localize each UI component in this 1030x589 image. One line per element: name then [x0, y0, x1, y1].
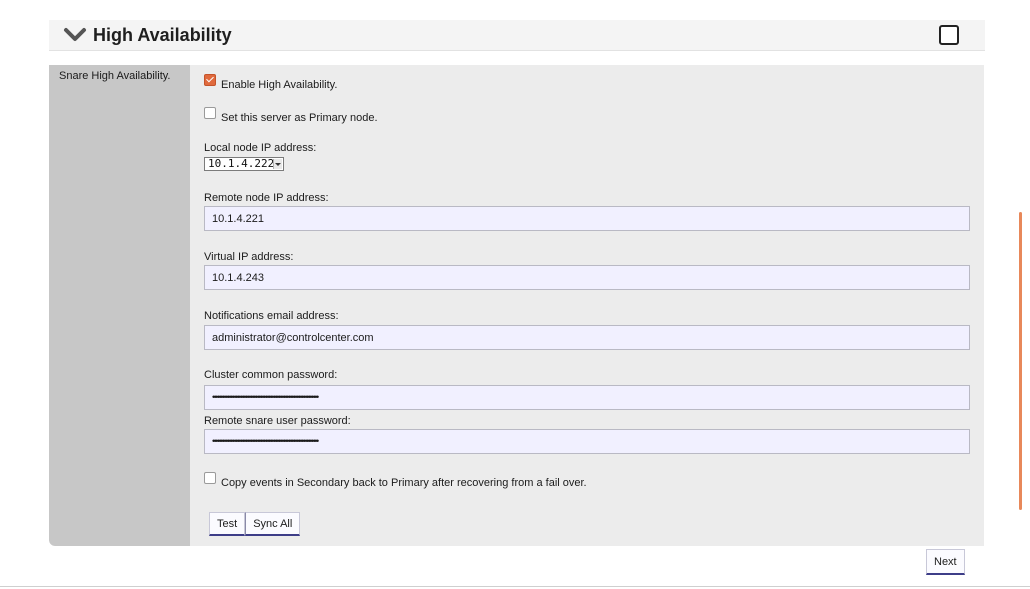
enable-ha-label: Enable High Availability.	[221, 79, 338, 91]
section-title: High Availability	[93, 25, 232, 45]
copy-events-row[interactable]: Copy events in Secondary back to Primary…	[204, 472, 587, 489]
local-ip-value: 10.1.4.222	[208, 157, 275, 170]
primary-node-checkbox[interactable]	[204, 107, 216, 119]
remote-password-input[interactable]: ••••••••••••••••••••••••••••••••••••••••…	[204, 429, 970, 454]
copy-events-label: Copy events in Secondary back to Primary…	[221, 477, 587, 489]
email-input[interactable]	[204, 325, 970, 350]
email-label: Notifications email address:	[204, 310, 339, 322]
sidebar: Snare High Availability.	[49, 65, 190, 546]
virtual-ip-label: Virtual IP address:	[204, 251, 294, 263]
section-header[interactable]: High Availability	[49, 20, 985, 51]
scrollbar[interactable]	[1019, 212, 1022, 510]
form-content: Enable High Availability. Set this serve…	[204, 65, 984, 546]
virtual-ip-input[interactable]	[204, 265, 970, 290]
settings-panel: Snare High Availability. Enable High Ava…	[49, 65, 984, 546]
cluster-password-input[interactable]: ••••••••••••••••••••••••••••••••••••••••…	[204, 385, 970, 410]
local-ip-label: Local node IP address:	[204, 142, 317, 154]
enable-ha-row[interactable]: Enable High Availability.	[204, 74, 338, 91]
copy-events-checkbox[interactable]	[204, 472, 216, 484]
remote-ip-label: Remote node IP address:	[204, 192, 329, 204]
next-button[interactable]: Next	[926, 549, 965, 575]
test-button[interactable]: Test	[209, 512, 246, 536]
primary-node-row[interactable]: Set this server as Primary node.	[204, 107, 378, 124]
chevron-down-icon[interactable]	[63, 26, 87, 44]
cluster-password-label: Cluster common password:	[204, 369, 338, 381]
footer-divider	[0, 586, 1030, 587]
action-buttons: Test Sync All	[209, 512, 301, 536]
dropdown-arrow-icon[interactable]	[273, 159, 282, 169]
remote-password-label: Remote snare user password:	[204, 415, 351, 427]
enable-ha-checkbox[interactable]	[204, 74, 216, 86]
local-ip-select[interactable]: 10.1.4.222	[204, 157, 284, 171]
primary-node-label: Set this server as Primary node.	[221, 112, 378, 124]
sync-all-button[interactable]: Sync All	[245, 512, 301, 536]
sidebar-label: Snare High Availability.	[59, 70, 171, 82]
remote-ip-input[interactable]	[204, 206, 970, 231]
section-checkbox[interactable]	[939, 25, 959, 45]
